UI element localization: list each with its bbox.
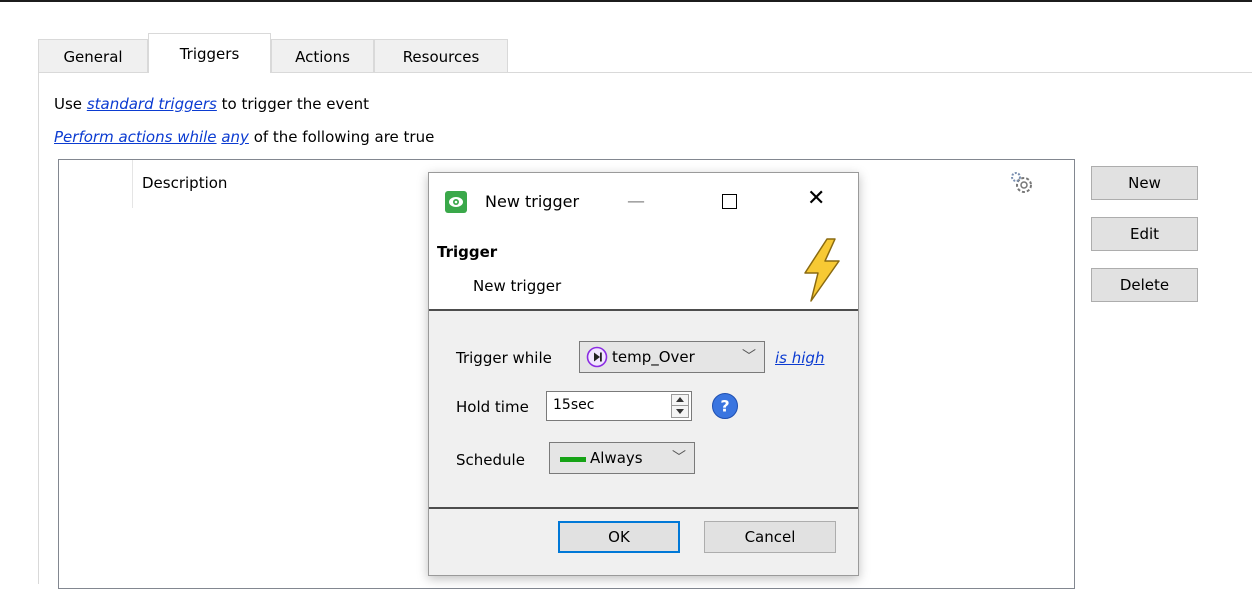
tab-actions[interactable]: Actions <box>271 39 374 73</box>
standard-triggers-link[interactable]: standard triggers <box>87 95 217 113</box>
app-eye-icon <box>445 191 467 213</box>
trigger-source-select[interactable]: temp_Over ﹀ <box>579 341 765 373</box>
trigger-mode-prefix: Use <box>54 95 83 113</box>
header-divider <box>429 309 858 311</box>
hold-time-field[interactable]: 15sec <box>546 391 692 421</box>
lightning-bolt-icon <box>804 238 840 302</box>
trigger-mode-suffix: to trigger the event <box>221 95 369 113</box>
hold-time-label: Hold time <box>456 398 529 416</box>
tab-panel-left-border <box>38 72 39 584</box>
delete-button[interactable]: Delete <box>1091 268 1198 302</box>
column-separator <box>132 160 133 208</box>
spin-down-icon[interactable] <box>676 409 684 414</box>
trigger-source-value: temp_Over <box>612 348 695 366</box>
new-button[interactable]: New <box>1091 166 1198 200</box>
perform-actions-while-link[interactable]: Perform actions while <box>54 128 217 146</box>
window-top-border <box>0 0 1252 2</box>
footer-divider <box>429 507 858 509</box>
ok-button[interactable]: OK <box>558 521 680 553</box>
chevron-down-icon: ﹀ <box>742 349 756 365</box>
tab-actions-label: Actions <box>295 48 350 66</box>
perform-actions-suffix: of the following are true <box>253 128 435 146</box>
schedule-value: Always <box>590 449 643 467</box>
perform-actions-line: Perform actions while any of the followi… <box>54 128 434 146</box>
trigger-while-label: Trigger while <box>456 349 552 367</box>
schedule-select[interactable]: Always ﹀ <box>549 442 695 474</box>
tab-resources-label: Resources <box>402 48 480 66</box>
schedule-color-swatch <box>560 457 586 462</box>
header-subtitle: New trigger <box>473 277 562 295</box>
description-column-header[interactable]: Description <box>142 174 227 192</box>
spin-up-icon[interactable] <box>676 397 684 402</box>
header-title: Trigger <box>437 243 498 261</box>
dialog-titlebar[interactable]: New trigger — ✕ <box>429 173 858 231</box>
new-trigger-dialog: New trigger — ✕ Trigger New trigger Trig… <box>428 172 859 576</box>
trigger-input-icon <box>586 346 608 368</box>
spinner-divider <box>672 405 688 406</box>
tab-triggers[interactable]: Triggers <box>148 33 271 73</box>
is-high-link[interactable]: is high <box>775 349 824 367</box>
minimize-icon[interactable]: — <box>627 191 645 212</box>
tab-general[interactable]: General <box>38 39 148 73</box>
hold-time-spinner[interactable] <box>671 394 689 418</box>
hold-time-value: 15sec <box>553 397 595 413</box>
cancel-button[interactable]: Cancel <box>704 521 836 553</box>
close-icon[interactable]: ✕ <box>807 186 825 211</box>
any-link[interactable]: any <box>221 128 249 146</box>
edit-button[interactable]: Edit <box>1091 217 1198 251</box>
trigger-mode-line: Use standard triggers to trigger the eve… <box>54 95 369 113</box>
chevron-down-icon: ﹀ <box>672 450 686 466</box>
maximize-icon[interactable] <box>722 194 737 209</box>
tab-general-label: General <box>63 48 123 66</box>
schedule-label: Schedule <box>456 451 525 469</box>
dialog-header: Trigger New trigger <box>429 231 858 309</box>
tab-triggers-label: Triggers <box>179 45 240 63</box>
help-icon[interactable]: ? <box>711 392 739 420</box>
gear-icon[interactable] <box>1009 170 1035 196</box>
dialog-title: New trigger <box>485 192 580 211</box>
tab-resources[interactable]: Resources <box>374 39 508 73</box>
svg-text:?: ? <box>720 397 729 416</box>
